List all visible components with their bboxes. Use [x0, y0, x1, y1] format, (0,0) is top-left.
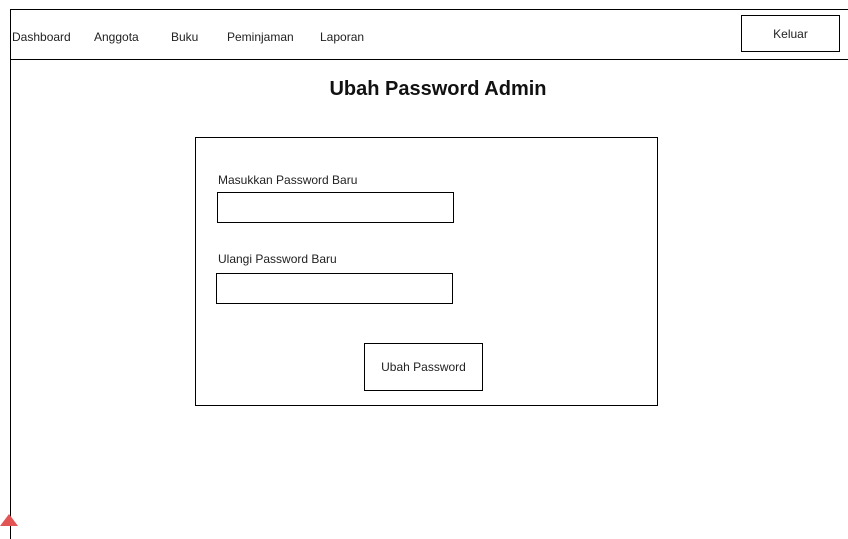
new-password-input[interactable] [217, 192, 454, 223]
repeat-password-input[interactable] [216, 273, 453, 304]
nav-buku[interactable]: Buku [171, 30, 198, 44]
repeat-password-label: Ulangi Password Baru [218, 252, 337, 266]
change-password-form: Masukkan Password Baru Ulangi Password B… [195, 137, 658, 406]
top-navbar: Dashboard Anggota Buku Peminjaman Lapora… [10, 9, 848, 60]
page-title: Ubah Password Admin [329, 78, 547, 100]
nav-anggota[interactable]: Anggota [94, 30, 139, 44]
new-password-label: Masukkan Password Baru [218, 173, 358, 187]
nav-dashboard[interactable]: Dashboard [12, 30, 71, 44]
corner-logo-mark [0, 514, 18, 526]
nav-laporan[interactable]: Laporan [320, 30, 364, 44]
change-password-button[interactable]: Ubah Password [364, 343, 483, 391]
nav-peminjaman[interactable]: Peminjaman [227, 30, 294, 44]
logout-button[interactable]: Keluar [741, 15, 840, 52]
